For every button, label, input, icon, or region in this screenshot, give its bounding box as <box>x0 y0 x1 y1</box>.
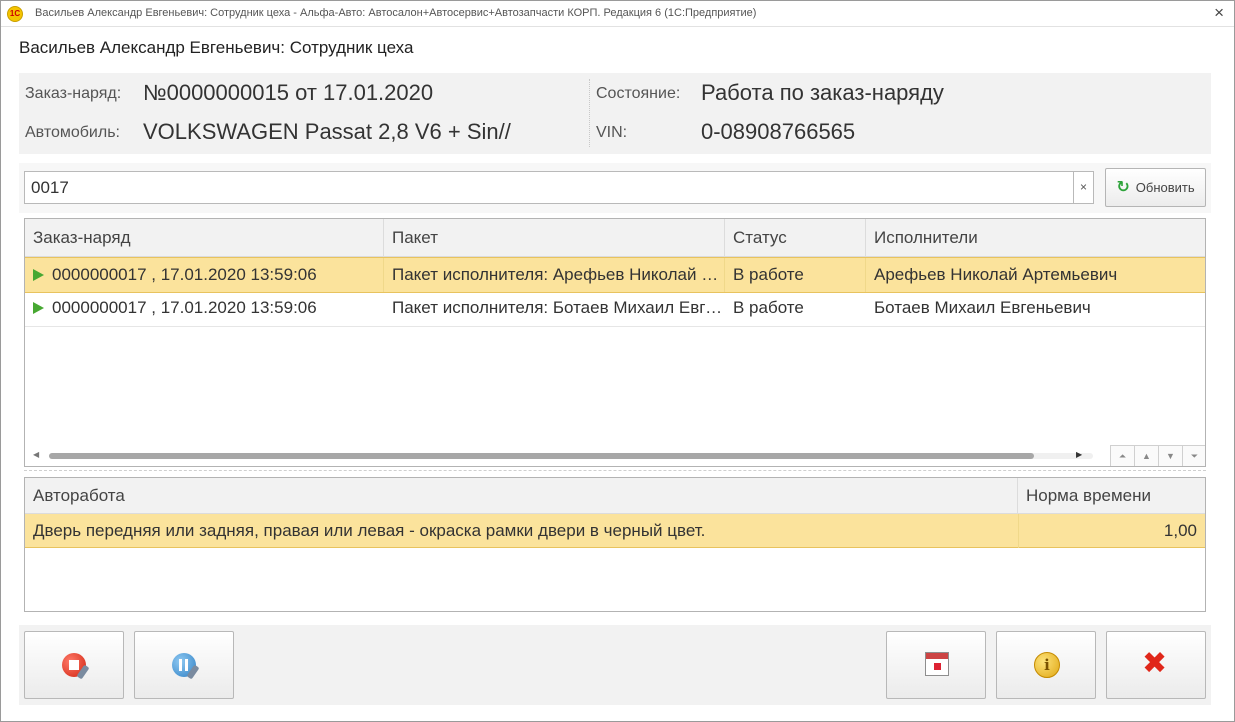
row-order-cell: 0000000017 , 17.01.2020 13:59:06 <box>25 291 384 325</box>
search-input[interactable] <box>24 171 1074 204</box>
order-info-panel: Заказ-наряд: №0000000015 от 17.01.2020 А… <box>19 73 1211 154</box>
scrollbar-thumb[interactable] <box>49 453 1034 459</box>
row-status-cell: В работе <box>733 298 804 317</box>
stop-work-button[interactable] <box>24 631 124 699</box>
row-work-cell: Дверь передняя или задняя, правая или ле… <box>33 521 706 540</box>
column-header-package[interactable]: Пакет <box>384 219 725 257</box>
play-icon <box>33 302 44 314</box>
car-label: Автомобиль: <box>25 124 120 141</box>
calendar-icon <box>925 652 949 676</box>
table-row[interactable]: 0000000017 , 17.01.2020 13:59:06 Пакет и… <box>25 257 1205 293</box>
title-bar: 1С Васильев Александр Евгеньевич: Сотруд… <box>1 1 1234 27</box>
info-button[interactable]: i <box>996 631 1096 699</box>
column-header-order[interactable]: Заказ-наряд <box>25 219 384 257</box>
state-label: Состояние: <box>596 85 681 102</box>
app-window: 1С Васильев Александр Евгеньевич: Сотруд… <box>0 0 1235 722</box>
info-icon: i <box>1034 652 1060 678</box>
state-value: Работа по заказ-наряду <box>701 80 944 105</box>
row-executors-cell: Арефьев Николай Артемьевич <box>874 265 1118 284</box>
refresh-icon: ↻ <box>1116 178 1130 196</box>
vin-label: VIN: <box>596 124 628 141</box>
pause-work-button[interactable] <box>134 631 234 699</box>
scroll-right-icon[interactable]: ▶ <box>1076 450 1082 459</box>
orders-table: Заказ-наряд Пакет Статус Исполнители 000… <box>24 218 1206 467</box>
works-table: Авторабота Норма времени Дверь передняя … <box>24 477 1206 612</box>
row-status-cell: В работе <box>725 258 866 292</box>
calendar-button[interactable] <box>886 631 986 699</box>
panel-splitter[interactable] <box>24 470 1206 471</box>
table-nav-buttons: ⏶ ▲ ▼ ⏷ <box>1110 445 1205 466</box>
search-bar: × ↻ Обновить <box>19 163 1211 213</box>
vin-value: 0-08908766565 <box>701 119 856 144</box>
column-header-executors[interactable]: Исполнители <box>866 219 1205 257</box>
scroll-last-icon[interactable]: ⏷ <box>1182 445 1205 466</box>
refresh-button-label: Обновить <box>1135 180 1195 195</box>
column-header-time-norm[interactable]: Норма времени <box>1018 478 1205 514</box>
clear-search-icon[interactable]: × <box>1074 171 1094 204</box>
scroll-first-icon[interactable]: ⏶ <box>1110 445 1134 466</box>
table-row[interactable]: Дверь передняя или задняя, правая или ле… <box>25 514 1205 548</box>
scroll-up-icon[interactable]: ▲ <box>1134 445 1158 466</box>
close-icon: ✖ <box>1142 647 1168 680</box>
order-label: Заказ-наряд: <box>25 85 122 102</box>
column-header-status[interactable]: Статус <box>725 219 866 257</box>
action-bar: i ✖ <box>19 625 1211 705</box>
scroll-left-icon[interactable]: ◀ <box>33 450 39 459</box>
table-row[interactable]: 0000000017 , 17.01.2020 13:59:06 Пакет и… <box>25 291 1205 327</box>
window-title: Васильев Александр Евгеньевич: Сотрудник… <box>35 7 757 19</box>
app-logo-icon: 1С <box>7 6 23 22</box>
works-table-header: Авторабота Норма времени <box>25 478 1205 514</box>
close-window-icon[interactable]: × <box>1214 4 1224 22</box>
order-value: №0000000015 от 17.01.2020 <box>143 80 434 105</box>
refresh-button[interactable]: ↻ Обновить <box>1105 168 1206 207</box>
car-value: VOLKSWAGEN Passat 2,8 V6 + Sin// <box>143 119 511 144</box>
form-title: Васильев Александр Евгеньевич: Сотрудник… <box>19 38 414 57</box>
row-norm-cell: 1,00 <box>1018 514 1197 548</box>
horizontal-scrollbar[interactable] <box>49 453 1093 459</box>
cancel-button[interactable]: ✖ <box>1106 631 1206 699</box>
column-header-work[interactable]: Авторабота <box>25 478 1018 514</box>
play-icon <box>33 269 44 281</box>
row-package-cell: Пакет исполнителя: Арефьев Николай Артем… <box>384 258 725 292</box>
row-executors-cell: Ботаев Михаил Евгеньевич <box>874 298 1091 317</box>
row-order-cell: 0000000017 , 17.01.2020 13:59:06 <box>25 258 384 292</box>
row-package-cell: Пакет исполнителя: Ботаев Михаил Евгенье… <box>392 298 725 317</box>
info-divider <box>589 79 590 147</box>
scroll-down-icon[interactable]: ▼ <box>1158 445 1182 466</box>
orders-table-header: Заказ-наряд Пакет Статус Исполнители <box>25 219 1205 257</box>
